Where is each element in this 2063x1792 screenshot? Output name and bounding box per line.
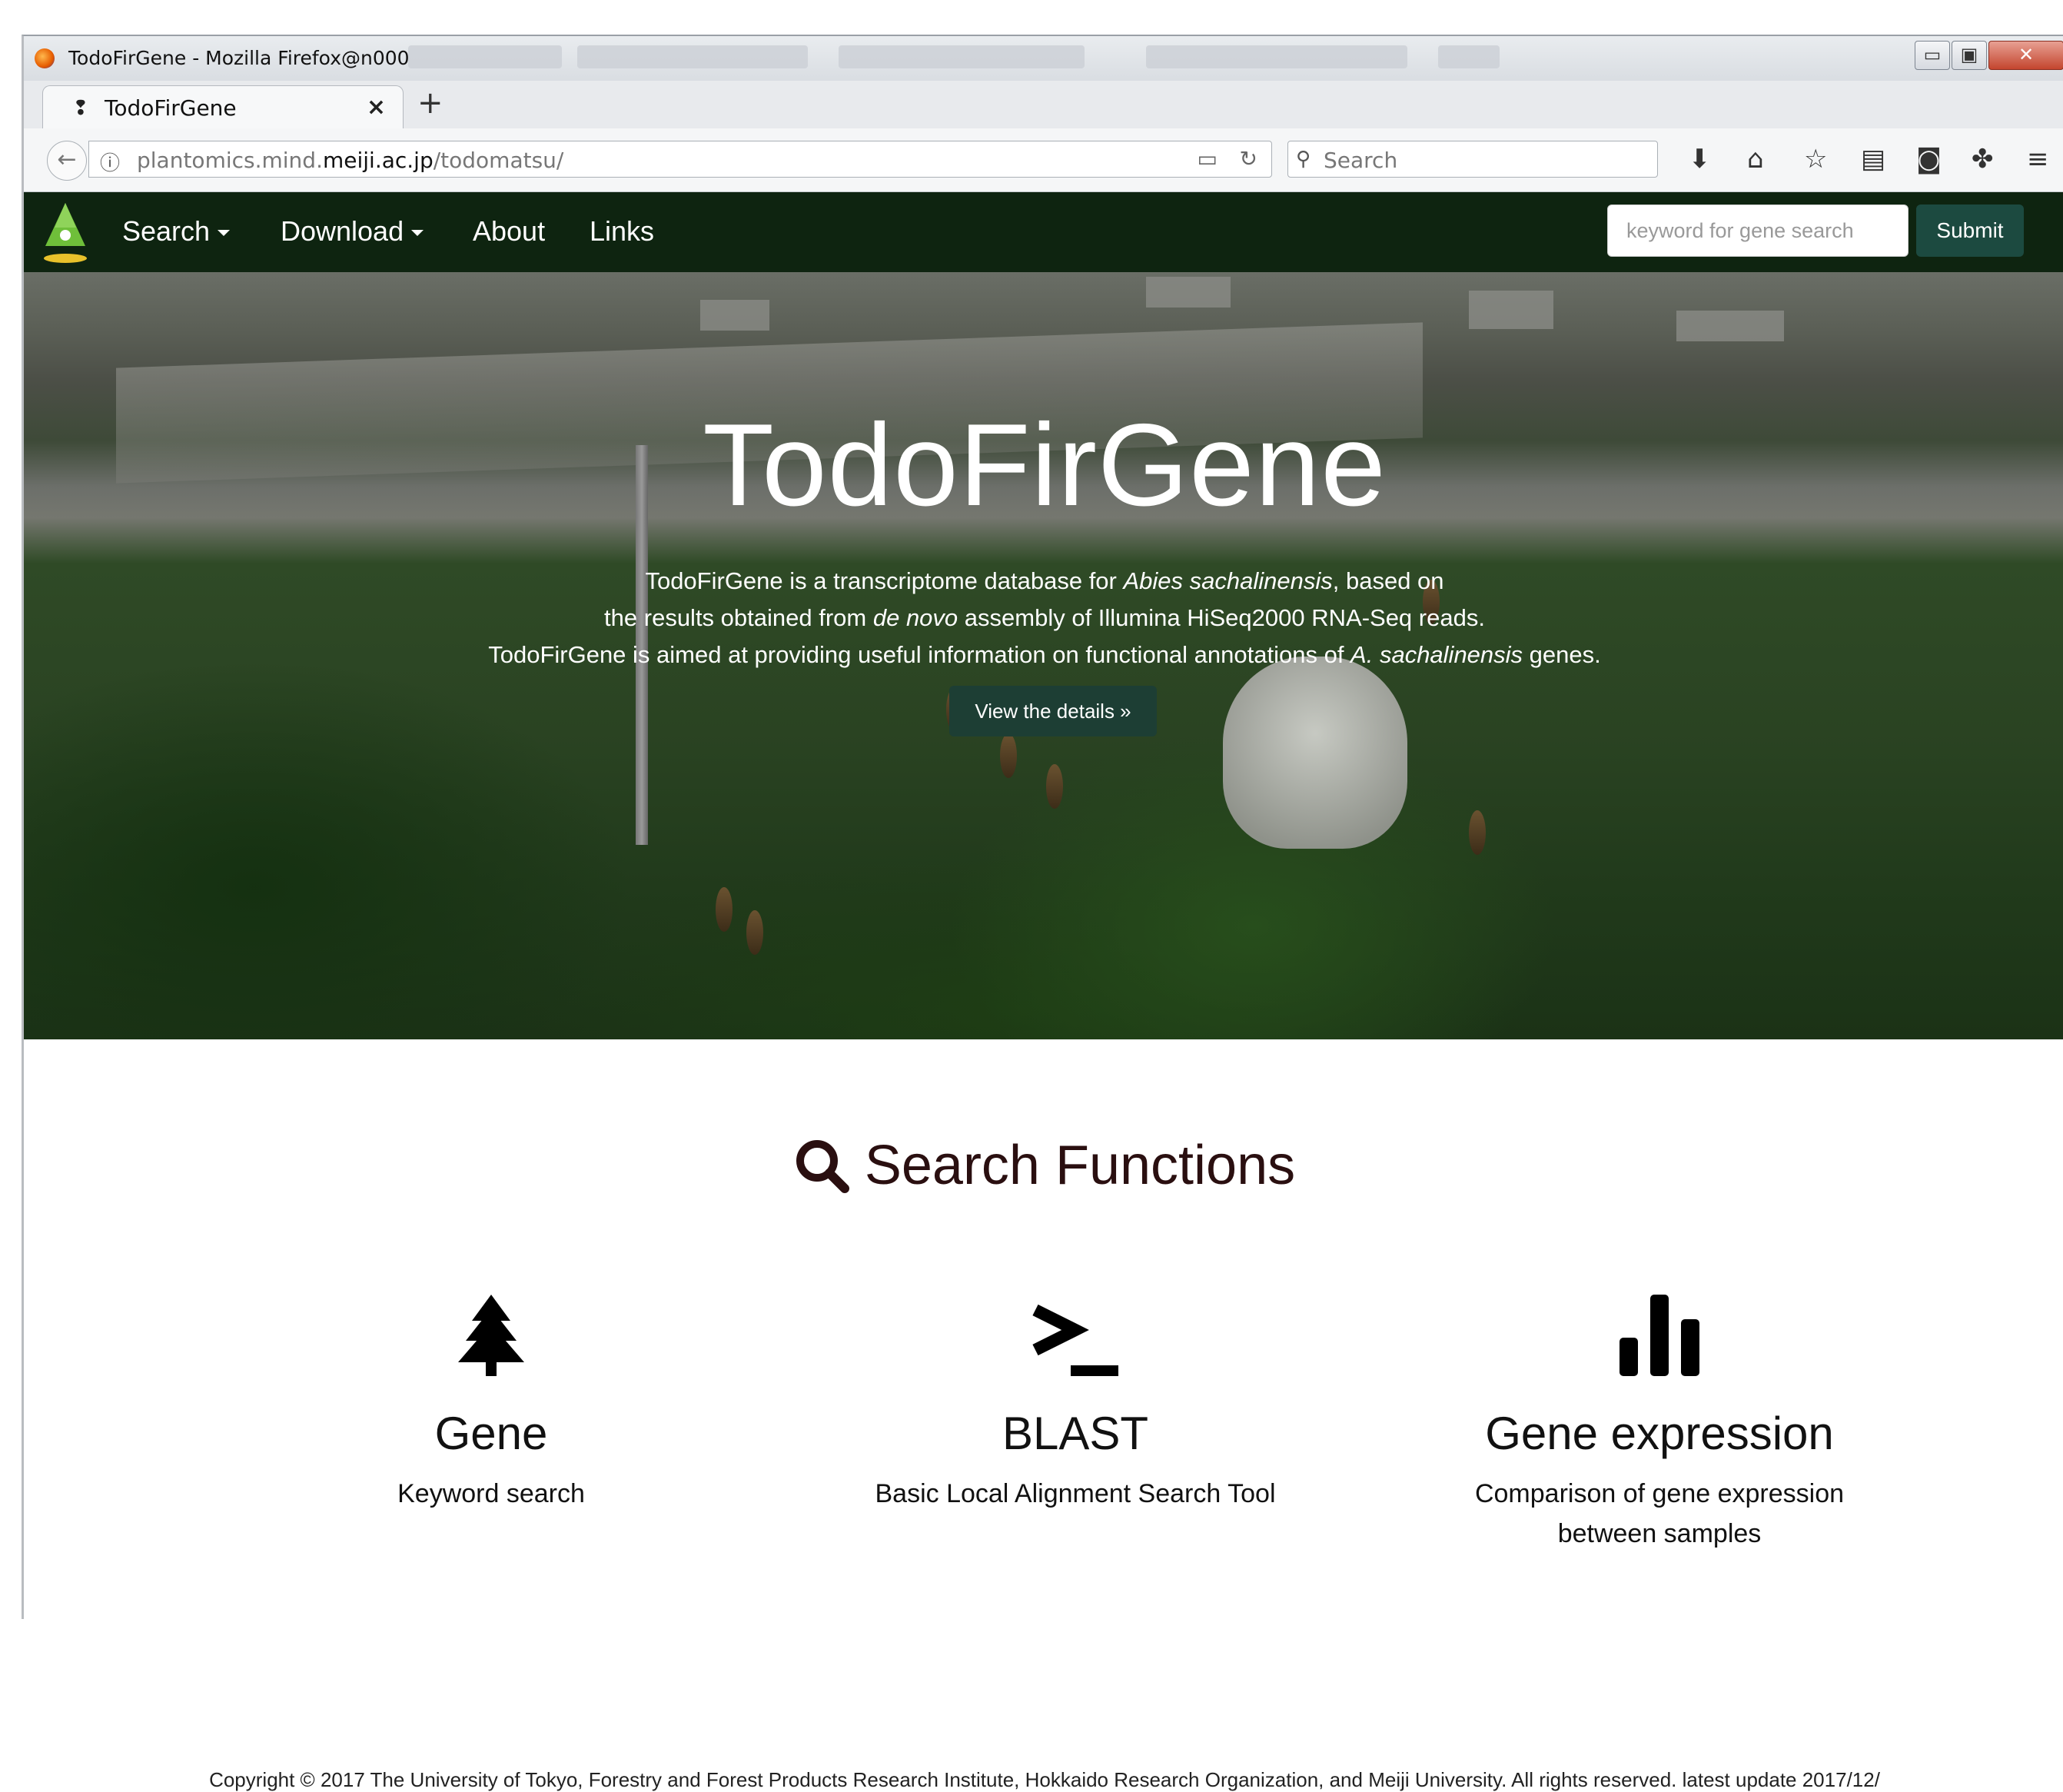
submit-button[interactable]: Submit bbox=[1916, 204, 2024, 257]
background-house bbox=[1146, 277, 1231, 308]
nav-search-dropdown[interactable]: Search bbox=[122, 215, 231, 248]
background-house bbox=[1469, 291, 1553, 329]
bookmark-star-icon[interactable]: ☆ bbox=[1804, 144, 1827, 175]
feature-description: Basic Local Alignment Search Tool bbox=[875, 1479, 1276, 1508]
feature-name: BLAST bbox=[1002, 1408, 1149, 1459]
hero-line-3: TodoFirGene is aimed at providing useful… bbox=[488, 641, 1601, 668]
nav-links-link[interactable]: Links bbox=[590, 215, 654, 248]
tab-label: TodoFirGene bbox=[105, 95, 237, 121]
home-icon[interactable]: ⌂ bbox=[1747, 144, 1764, 175]
view-details-button[interactable]: View the details » bbox=[949, 686, 1157, 736]
feature-gene-expression[interactable]: Gene expression Comparison of gene expre… bbox=[1390, 1292, 1928, 1554]
hero-line-2: the results obtained from de novo assemb… bbox=[604, 604, 1485, 631]
background-house bbox=[700, 300, 769, 331]
taskbar-item bbox=[577, 45, 808, 68]
fir-cone bbox=[716, 887, 733, 932]
hero-description: TodoFirGene is a transcriptome database … bbox=[24, 563, 2063, 673]
back-button[interactable]: ← bbox=[47, 141, 87, 181]
hero-title: TodoFirGene bbox=[703, 400, 1387, 530]
feature-description: Keyword search bbox=[397, 1479, 585, 1508]
minimize-button[interactable]: ▭ bbox=[1915, 41, 1950, 70]
fir-cone bbox=[1469, 810, 1486, 855]
search-icon bbox=[796, 1140, 849, 1193]
url-bar[interactable]: ⓘ plantomics.mind.meiji.ac.jp/todomatsu/… bbox=[88, 141, 1272, 178]
feature-blast[interactable]: BLAST Basic Local Alignment Search Tool bbox=[806, 1292, 1344, 1514]
caret-down-icon bbox=[218, 230, 231, 237]
feature-name: Gene expression bbox=[1485, 1408, 1834, 1459]
feature-description: Comparison of gene expression between sa… bbox=[1474, 1479, 1845, 1548]
feature-name: Gene bbox=[434, 1408, 548, 1459]
browser-search-input[interactable]: ⚲ Search bbox=[1287, 141, 1658, 178]
feature-gene[interactable]: Gene Keyword search bbox=[222, 1292, 760, 1514]
nav-about-link[interactable]: About bbox=[473, 215, 545, 248]
fir-cone bbox=[1046, 764, 1063, 809]
site-info-icon[interactable]: ⓘ bbox=[100, 148, 120, 176]
browser-toolbar: ← ⓘ plantomics.mind.meiji.ac.jp/todomats… bbox=[24, 128, 2063, 192]
tab-strip: ❢ TodoFirGene × + bbox=[24, 81, 2063, 129]
tree-logo-icon[interactable] bbox=[41, 201, 90, 266]
bar-chart-icon bbox=[1620, 1295, 1699, 1376]
tree-icon bbox=[458, 1295, 524, 1376]
background-bag bbox=[1223, 657, 1407, 849]
nav-download-dropdown[interactable]: Download bbox=[281, 215, 424, 248]
search-placeholder: Search bbox=[1324, 148, 1398, 173]
pocket-icon[interactable]: ◙ bbox=[1916, 144, 1942, 175]
window-title: TodoFirGene - Mozilla Firefox@n000 bbox=[68, 47, 410, 69]
reading-list-icon[interactable]: ▤ bbox=[1861, 144, 1885, 175]
tab-todofirgene[interactable]: ❢ TodoFirGene × bbox=[42, 85, 404, 129]
reload-icon[interactable]: ↻ bbox=[1240, 146, 1257, 171]
taskbar-item bbox=[839, 45, 1085, 68]
hero-section: TodoFirGene TodoFirGene is a transcripto… bbox=[24, 272, 2063, 1039]
fir-cone bbox=[1000, 733, 1017, 778]
close-window-button[interactable]: ✕ bbox=[1988, 41, 2063, 70]
caret-down-icon bbox=[411, 230, 424, 237]
background-house bbox=[1676, 311, 1784, 341]
firefox-icon bbox=[35, 48, 55, 68]
search-functions-heading: Search Functions bbox=[24, 1134, 2063, 1197]
maximize-button[interactable]: ▣ bbox=[1952, 41, 1987, 70]
taskbar-item bbox=[1146, 45, 1407, 68]
new-tab-button[interactable]: + bbox=[417, 85, 443, 121]
web-page: Search Download About Links keyword for … bbox=[24, 192, 2063, 1791]
extension-icon[interactable]: ✤ bbox=[1972, 144, 1994, 175]
taskbar-item bbox=[1438, 45, 1500, 68]
terminal-icon bbox=[1032, 1304, 1118, 1376]
tab-close-icon[interactable]: × bbox=[367, 94, 386, 121]
hero-line-1: TodoFirGene is a transcriptome database … bbox=[645, 567, 1444, 594]
menu-icon[interactable]: ≡ bbox=[2027, 144, 2049, 175]
fir-cone bbox=[746, 910, 763, 955]
gene-keyword-input[interactable]: keyword for gene search bbox=[1607, 204, 1909, 257]
taskbar-item bbox=[408, 45, 562, 68]
site-navbar: Search Download About Links keyword for … bbox=[24, 192, 2063, 272]
browser-window: TodoFirGene - Mozilla Firefox@n000 ▭ ▣ ✕… bbox=[22, 35, 2063, 1791]
favicon-icon: ❢ bbox=[72, 97, 89, 120]
footer-copyright: Copyright © 2017 The University of Tokyo… bbox=[209, 1768, 1880, 1791]
url-text: plantomics.mind.meiji.ac.jp/todomatsu/ bbox=[137, 148, 564, 173]
search-icon: ⚲ bbox=[1296, 148, 1311, 171]
reader-view-icon[interactable]: ▭ bbox=[1198, 146, 1218, 171]
title-bar: TodoFirGene - Mozilla Firefox@n000 ▭ ▣ ✕ bbox=[24, 36, 2063, 81]
download-icon[interactable]: ⬇ bbox=[1689, 144, 1711, 175]
